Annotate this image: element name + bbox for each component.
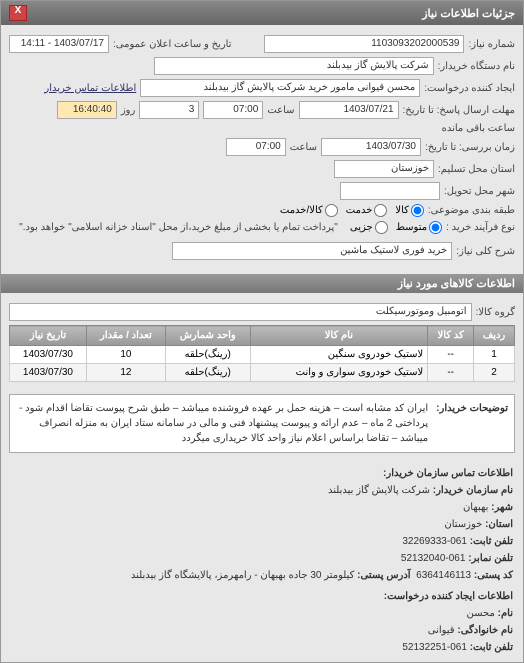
category-radio-group: کالا خدمت کالا/خدمت [280,204,424,217]
announce-field: 1403/07/17 - 14:11 [9,35,109,53]
cprov-label: استان: [485,519,513,530]
proc-medium-radio[interactable] [429,221,442,234]
group-label: گروه کالا: [476,307,515,318]
rphone-value: 061-52132251 [402,642,467,653]
details-panel: جزئیات اطلاعات نیاز X شماره نیاز: 110309… [0,0,524,663]
cfax-value: 061-52132040 [401,553,466,564]
deadline-date-field: 1403/07/21 [299,101,399,119]
desc-text: ایران کد مشابه است – هزینه حمل بر عهده ف… [16,401,428,446]
city-field [340,182,440,200]
rphone-label: تلفن ثابت: [470,642,513,653]
process-label: نوع فرآیند خرید : [446,222,515,233]
lname-label: نام خانوادگی: [457,625,513,636]
table-row: 1 -- لاستیک خودروی سنگین (رینگ)حلقه 10 1… [10,346,515,364]
fname-value: محسن [467,608,495,619]
announce-label: تاریخ و ساعت اعلان عمومی: [113,39,232,50]
req-no-field: 1103093202000539 [264,35,464,53]
need-title-field: خرید فوری لاستیک ماشین [172,242,452,260]
payment-note: "پرداخت تمام یا بخشی از مبلغ خرید،از محل… [19,222,338,233]
buyer-name-field: شرکت پالایش گاز بیدبلند [154,57,434,75]
cat-service-radio[interactable] [374,204,387,217]
process-radio-group: متوسط جزیی [350,221,442,234]
goods-section: گروه کالا: اتومبیل وموتورسیکلت ردیف کد ک… [1,293,523,388]
city-label: شهر محل تحویل: [444,186,515,197]
req-person-section: اطلاعات ایجاد کننده درخواست: [11,588,513,605]
col-row: ردیف [474,326,515,346]
ccity-label: شهر: [491,502,513,513]
cat-goods-option[interactable]: کالا [395,204,424,217]
cat-both-option[interactable]: کالا/خدمت [280,204,338,217]
province-field: خوزستان [334,160,434,178]
category-label: طبقه بندی موضوعی: [428,205,515,216]
buyer-contact-link[interactable]: اطلاعات تماس خریدار [44,83,136,94]
col-qty: تعداد / مقدار [86,326,165,346]
group-field: اتومبیل وموتورسیکلت [9,303,472,321]
cphone-label: تلفن ثابت: [470,536,513,547]
table-row: 2 -- لاستیک خودروی سواری و وانت (رینگ)حل… [10,364,515,382]
goods-section-title: اطلاعات کالاهای مورد نیاز [1,274,523,293]
days-label: روز [121,105,136,116]
cat-both-radio[interactable] [325,204,338,217]
panel-title: جزئیات اطلاعات نیاز [422,7,515,20]
close-button[interactable]: X [9,5,27,21]
review-time-field: 07:00 [226,138,286,156]
proc-partial-option[interactable]: جزیی [350,221,388,234]
desc-label: توضیحات خریدار: [436,401,508,446]
cat-service-option[interactable]: خدمت [346,204,388,217]
fname-label: نام: [498,608,513,619]
col-date: تاریخ نیاز [10,326,87,346]
need-title-label: شرح کلی نیاز: [456,246,515,257]
deadline-to-label: مهلت ارسال پاسخ: تا تاریخ: [403,105,515,116]
remain-field: 16:40:40 [57,101,117,119]
review-to-label: زمان بررسی: تا تاریخ: [425,142,515,153]
proc-medium-option[interactable]: متوسط [396,221,442,234]
col-unit: واحد شمارش [165,326,250,346]
ccity-value: بهبهان [463,502,488,513]
province-label: استان محل تسلیم: [438,164,515,175]
deadline-time-label: ساعت [267,105,294,116]
col-name: نام کالا [250,326,428,346]
requester-label: ایجاد کننده درخواست: [424,83,515,94]
proc-partial-radio[interactable] [375,221,388,234]
remain-label: ساعت باقی مانده [442,123,515,134]
buyer-description-box: توضیحات خریدار: ایران کد مشابه است – هزی… [9,394,515,453]
deadline-time-field: 07:00 [203,101,263,119]
days-field: 3 [139,101,199,119]
main-info-section: شماره نیاز: 1103093202000539 تاریخ و ساع… [1,25,523,270]
cphone-value: 061-32269333 [402,536,467,547]
buyer-contact-block: اطلاعات تماس سازمان خریدار: نام سازمان خ… [1,459,523,662]
lname-value: قیوانی [428,625,455,636]
cfax-label: تلفن نمابر: [468,553,513,564]
panel-header: جزئیات اطلاعات نیاز X [1,1,523,25]
requester-field: محسن قیوانی مامور خرید شرکت پالایش گاز ب… [140,79,420,97]
review-time-label: ساعت [290,142,317,153]
contacts-section-title: اطلاعات تماس سازمان خریدار: [11,465,513,482]
org-value: شرکت پالایش گاز بیدبلند [328,485,430,496]
req-no-label: شماره نیاز: [468,39,515,50]
org-label: نام سازمان خریدار: [433,485,513,496]
goods-table: ردیف کد کالا نام کالا واحد شمارش تعداد /… [9,325,515,382]
buyer-name-label: نام دستگاه خریدار: [438,61,515,72]
cprov-value: خوزستان [444,519,482,530]
cat-goods-radio[interactable] [411,204,424,217]
col-code: کد کالا [428,326,474,346]
review-date-field: 1403/07/30 [321,138,421,156]
